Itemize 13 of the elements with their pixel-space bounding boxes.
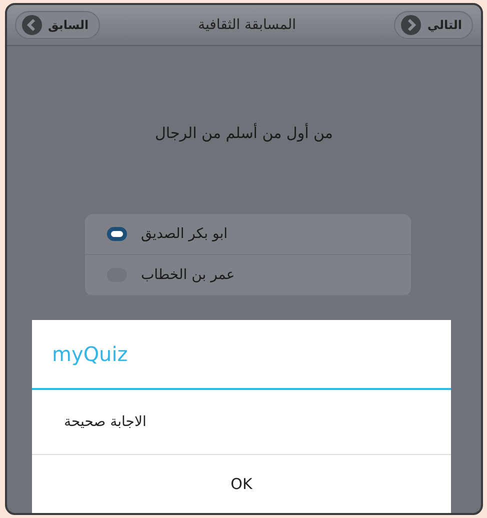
option-label: ابو بكر الصديق — [141, 226, 228, 242]
dialog-title: myQuiz — [51, 341, 129, 368]
answer-option[interactable]: عمر بن الخطاب — [85, 255, 411, 296]
next-button[interactable]: التالي — [394, 11, 473, 39]
dialog-message: الاجابة صحيحة — [64, 414, 146, 430]
answer-option[interactable]: ابو بكر الصديق — [85, 214, 411, 255]
header-title: المسابقة الثقافية — [198, 17, 296, 33]
radio-button[interactable] — [107, 227, 127, 241]
option-label: عمر بن الخطاب — [141, 267, 235, 283]
chevron-left-icon — [22, 15, 42, 35]
chevron-right-icon — [401, 15, 422, 35]
question-text: من أول من أسلم من الرجال — [154, 124, 334, 142]
previous-button[interactable]: السابق — [15, 11, 100, 39]
